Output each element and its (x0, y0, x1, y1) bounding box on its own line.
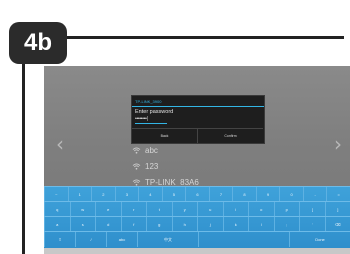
device-screen: ‹ › TP-LINK_3900 Enter password ••••••••… (44, 66, 350, 254)
wifi-icon (132, 179, 141, 186)
keyboard-key[interactable]: 9 (255, 187, 280, 202)
frame-line (60, 36, 344, 39)
keyboard-key[interactable]: d (95, 217, 121, 232)
keyboard-key[interactable]: k (222, 217, 249, 232)
keyboard-key[interactable]: abc (106, 232, 137, 247)
keyboard-key[interactable]: f (120, 217, 147, 232)
keyboard-key[interactable]: / (75, 232, 106, 247)
keyboard-key[interactable] (198, 232, 289, 247)
keyboard-key[interactable]: 中文 (137, 232, 198, 247)
keyboard-key[interactable]: e (95, 202, 121, 217)
keyboard-key[interactable]: w (69, 202, 96, 217)
keyboard-key[interactable]: 2 (91, 187, 115, 202)
keyboard-key[interactable]: p (273, 202, 300, 217)
keyboard-key[interactable]: 0 (279, 187, 303, 202)
step-badge: 4b (9, 22, 67, 64)
keyboard-key[interactable]: q (44, 202, 70, 217)
keyboard-key[interactable]: 4 (138, 187, 162, 202)
password-prompt: Enter password (135, 109, 174, 115)
keyboard-key[interactable]: 7 (208, 187, 233, 202)
keyboard-key[interactable]: ' (299, 217, 325, 232)
keyboard-key[interactable]: g (146, 217, 172, 232)
keyboard-key[interactable]: [ (299, 202, 325, 217)
keyboard-key[interactable]: 3 (114, 187, 139, 202)
back-button[interactable]: Back (132, 128, 198, 143)
keyboard-key[interactable]: Done (289, 232, 350, 247)
network-item[interactable]: 123 (132, 162, 158, 171)
keyboard-row: a s d f g h j k l; ' ⌫ (44, 216, 350, 232)
password-dialog: TP-LINK_3900 Enter password ••••••••| Ba… (131, 95, 265, 144)
wifi-icon (132, 147, 141, 154)
on-screen-keyboard: ~1 2 3 4 5 6 7 8 9 0- = q w e r t y u i o p[] a s d f g h j k l; ' ⌫ … (44, 186, 350, 248)
keyboard-key[interactable]: r (120, 202, 147, 217)
keyboard-key[interactable]: h (171, 217, 198, 232)
keyboard-key[interactable]: l (248, 217, 274, 232)
password-field[interactable]: ••••••••| (135, 117, 167, 124)
keyboard-key[interactable]: 8 (232, 187, 256, 202)
keyboard-key[interactable]: ] (324, 202, 350, 217)
chevron-right-icon[interactable]: › (334, 132, 342, 156)
chevron-left-icon[interactable]: ‹ (56, 132, 64, 156)
wifi-icon (132, 163, 141, 170)
confirm-button[interactable]: Confirm (198, 128, 263, 143)
network-name: abc (145, 146, 158, 155)
keyboard-row: ⇧ / abc 中文 Done (44, 231, 350, 247)
keyboard-key[interactable]: i (222, 202, 249, 217)
keyboard-key[interactable]: 5 (161, 187, 186, 202)
keyboard-key[interactable]: 6 (185, 187, 209, 202)
keyboard-key[interactable]: y (171, 202, 198, 217)
system-bar (44, 248, 350, 254)
keyboard-row: q w e r t y u i o p[] (44, 201, 350, 217)
title-divider (132, 106, 264, 107)
keyboard-key[interactable]: a (44, 217, 70, 232)
network-name: 123 (145, 162, 159, 171)
keyboard-row: ~1 2 3 4 5 6 7 8 9 0- = (44, 186, 350, 202)
keyboard-key[interactable]: 1 (67, 187, 92, 202)
keyboard-key[interactable]: - (302, 187, 327, 202)
keyboard-key[interactable]: o (248, 202, 274, 217)
keyboard-key[interactable]: t (146, 202, 172, 217)
keyboard-key[interactable]: ~ (44, 187, 68, 202)
keyboard-key[interactable]: ⌫ (324, 217, 350, 232)
keyboard-key[interactable]: u (197, 202, 223, 217)
network-name: TP-LINK_3900 (135, 99, 162, 104)
network-item[interactable]: abc (132, 146, 158, 155)
keyboard-key[interactable]: s (69, 217, 96, 232)
keyboard-key[interactable]: ⇧ (44, 232, 75, 247)
keyboard-key[interactable]: = (326, 187, 350, 202)
keyboard-key[interactable]: j (197, 217, 223, 232)
frame-line (22, 62, 25, 254)
keyboard-key[interactable]: ; (273, 217, 300, 232)
